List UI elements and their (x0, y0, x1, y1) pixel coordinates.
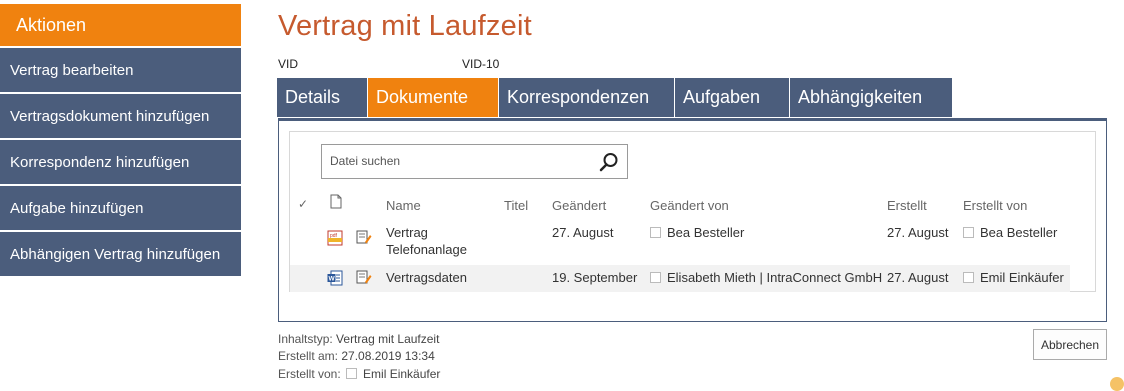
vid-label: VID (278, 57, 299, 71)
sidebar-item-add-dependent-contract[interactable]: Abhängigen Vertrag hinzufügen (0, 232, 241, 276)
word-file-icon: W (327, 270, 343, 286)
created-at-line: Erstellt am: 27.08.2019 13:34 (278, 349, 435, 363)
created-by-label: Erstellt von: (278, 367, 341, 381)
svg-text:pdf: pdf (330, 233, 338, 239)
user-presence-icon (650, 227, 661, 238)
content-type-label: Inhaltstyp: (278, 332, 333, 346)
content-type-value: Vertrag mit Laufzeit (336, 332, 440, 346)
created-by: Bea Besteller (963, 225, 1057, 241)
user-presence-icon (963, 227, 974, 238)
search-box (321, 144, 628, 179)
tab-bar: Details Dokumente Korrespondenzen Aufgab… (277, 78, 953, 117)
modified-by: Elisabeth Mieth | IntraConnect GmbH (650, 270, 882, 286)
user-presence-icon (650, 272, 661, 283)
tab-details[interactable]: Details (277, 78, 367, 117)
select-all-check[interactable]: ✓ (298, 197, 308, 211)
modified-date: 27. August (552, 225, 614, 240)
modified-date: 19. September (552, 270, 638, 285)
vid-value: VID-10 (462, 57, 500, 71)
created-at-value: 27.08.2019 13:34 (341, 349, 435, 363)
document-name-line2[interactable]: Telefonanlage (386, 242, 467, 258)
sidebar-header: Aktionen (0, 4, 241, 46)
cancel-button[interactable]: Abbrechen (1033, 329, 1107, 360)
search-input[interactable] (328, 153, 592, 169)
svg-text:W: W (329, 276, 336, 283)
sidebar-item-edit-contract[interactable]: Vertrag bearbeiten (0, 48, 241, 92)
created-by-user[interactable]: Emil Einkäufer (980, 270, 1064, 285)
sidebar-item-add-task[interactable]: Aufgabe hinzufügen (0, 186, 241, 230)
created-by-value[interactable]: Emil Einkäufer (363, 367, 440, 381)
created-date: 27. August (887, 270, 949, 285)
user-presence-icon (346, 368, 358, 379)
created-date: 27. August (887, 225, 949, 240)
sidebar-item-add-correspondence[interactable]: Korrespondenz hinzufügen (0, 140, 241, 184)
tab-correspondence[interactable]: Korrespondenzen (499, 78, 674, 117)
modified-by-user[interactable]: Bea Besteller (667, 225, 744, 240)
user-presence-icon (963, 272, 974, 283)
page-title: Vertrag mit Laufzeit (278, 10, 532, 42)
created-by: Emil Einkäufer (963, 270, 1064, 286)
column-header-title[interactable]: Titel (504, 198, 528, 213)
modified-by: Bea Besteller (650, 225, 744, 241)
created-by-line: Erstellt von: Emil Einkäufer (278, 367, 440, 381)
column-header-created[interactable]: Erstellt (887, 198, 927, 213)
content-type-line: Inhaltstyp: Vertrag mit Laufzeit (278, 332, 439, 346)
created-at-label: Erstellt am: (278, 349, 339, 363)
tab-tasks[interactable]: Aufgaben (675, 78, 789, 117)
edit-icon[interactable] (356, 230, 372, 245)
actions-sidebar: Aktionen Vertrag bearbeiten Vertragsdoku… (0, 4, 241, 276)
document-name-line1[interactable]: Vertrag (386, 225, 428, 241)
modified-by-user[interactable]: Elisabeth Mieth | IntraConnect GmbH (667, 270, 882, 285)
column-header-name[interactable]: Name (386, 198, 421, 213)
documents-panel: ✓ Name Titel Geändert Geändert von Erste… (278, 118, 1107, 322)
sidebar-item-add-contract-document[interactable]: Vertragsdokument hinzufügen (0, 94, 241, 138)
help-badge-icon[interactable] (1110, 377, 1124, 391)
tab-dependencies[interactable]: Abhängigkeiten (790, 78, 952, 117)
column-header-created-by[interactable]: Erstellt von (963, 198, 1027, 213)
column-header-modified[interactable]: Geändert (552, 198, 606, 213)
tab-documents[interactable]: Dokumente (368, 78, 498, 117)
document-name[interactable]: Vertragsdaten (386, 270, 467, 286)
created-by-user[interactable]: Bea Besteller (980, 225, 1057, 240)
search-icon[interactable] (599, 152, 619, 172)
edit-icon[interactable] (356, 270, 372, 285)
document-type-icon (330, 194, 342, 209)
document-list: ✓ Name Titel Geändert Geändert von Erste… (289, 131, 1096, 292)
column-header-modified-by[interactable]: Geändert von (650, 198, 729, 213)
pdf-file-icon: pdf (327, 230, 343, 246)
